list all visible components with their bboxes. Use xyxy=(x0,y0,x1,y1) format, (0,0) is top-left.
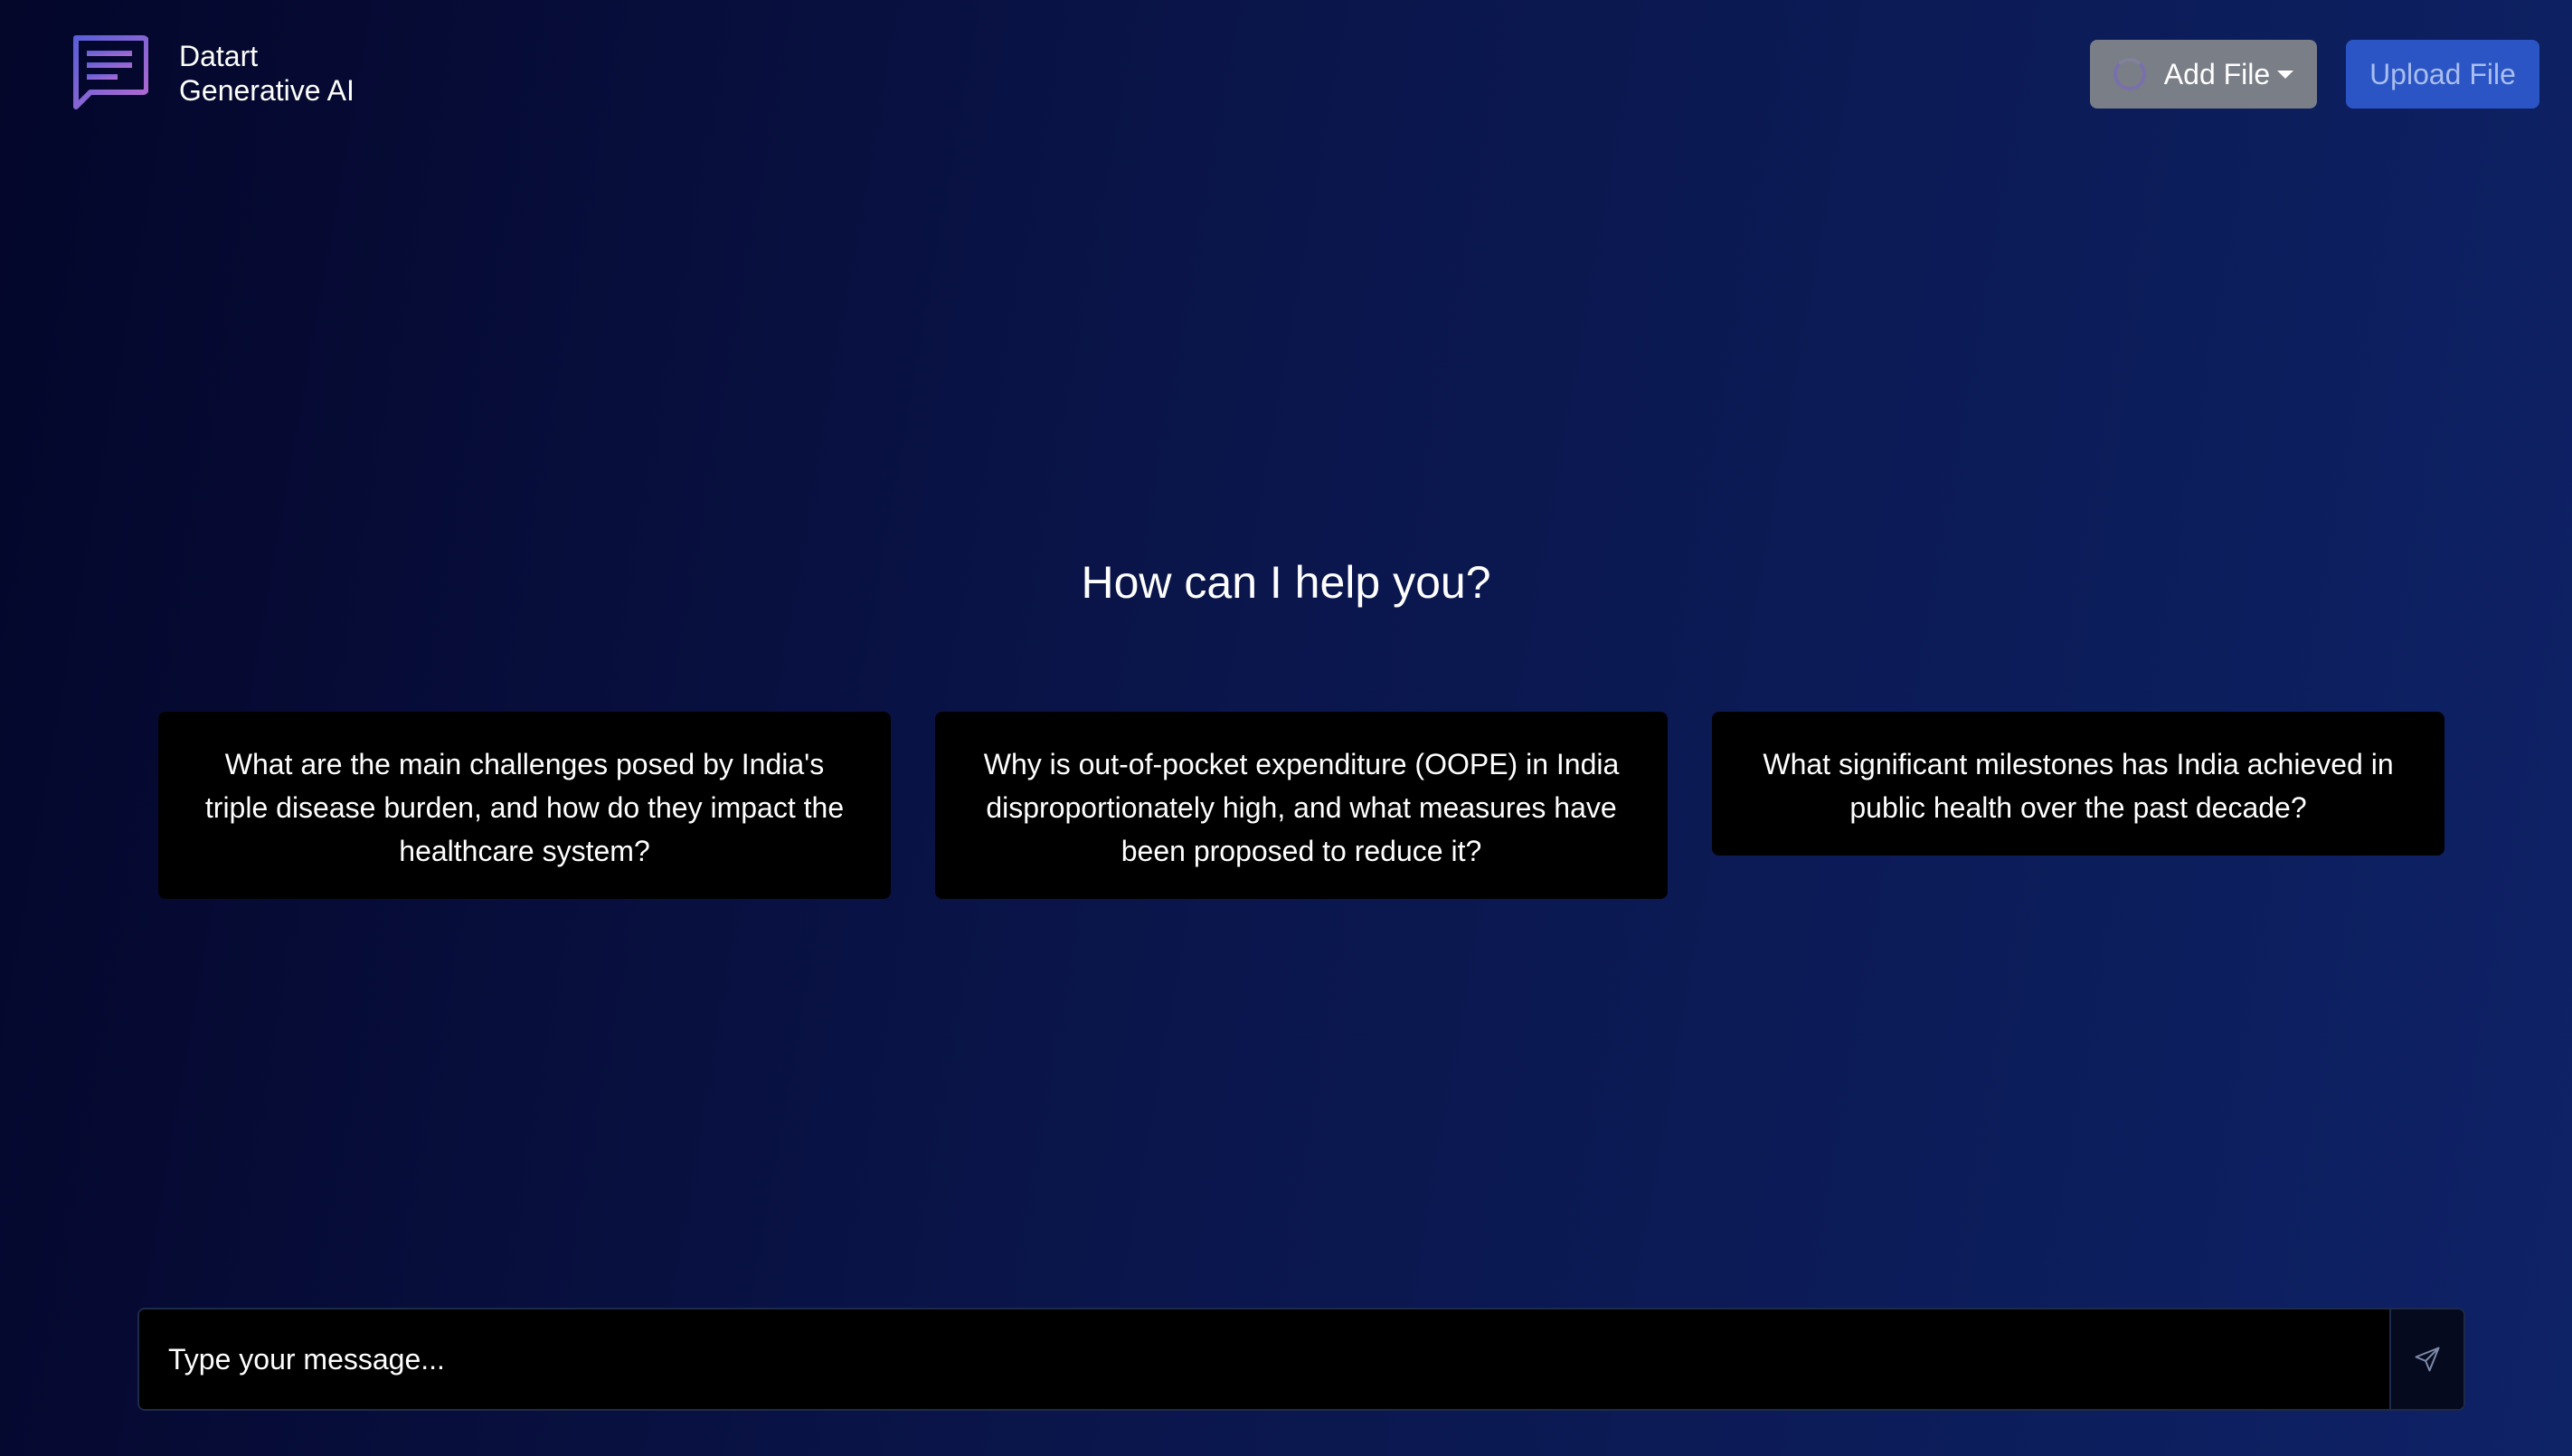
suggestion-card[interactable]: What significant milestones has India ac… xyxy=(1712,712,2444,856)
send-button[interactable] xyxy=(2389,1309,2463,1409)
page-heading: How can I help you? xyxy=(1081,557,1491,608)
message-input[interactable] xyxy=(139,1309,2389,1409)
brand-name: Datart xyxy=(179,40,259,72)
suggestion-card[interactable]: Why is out-of-pocket expenditure (OOPE) … xyxy=(935,712,1668,899)
brand-text: Datart Generative AI xyxy=(179,39,355,108)
suggestion-card[interactable]: What are the main challenges posed by In… xyxy=(158,712,891,899)
brand-subtitle: Generative AI xyxy=(179,74,355,107)
upload-file-button[interactable]: Upload File xyxy=(2346,40,2539,109)
add-file-label: Add File xyxy=(2163,57,2271,90)
add-file-button[interactable]: Add File xyxy=(2090,40,2317,109)
brand: Datart Generative AI xyxy=(71,34,355,112)
message-composer xyxy=(137,1308,2465,1411)
upload-file-label: Upload File xyxy=(2369,57,2516,90)
send-icon xyxy=(2415,1347,2440,1372)
chat-bubble-icon xyxy=(73,35,148,109)
caret-down-icon xyxy=(2277,70,2294,79)
loading-spinner-icon xyxy=(2113,58,2146,90)
